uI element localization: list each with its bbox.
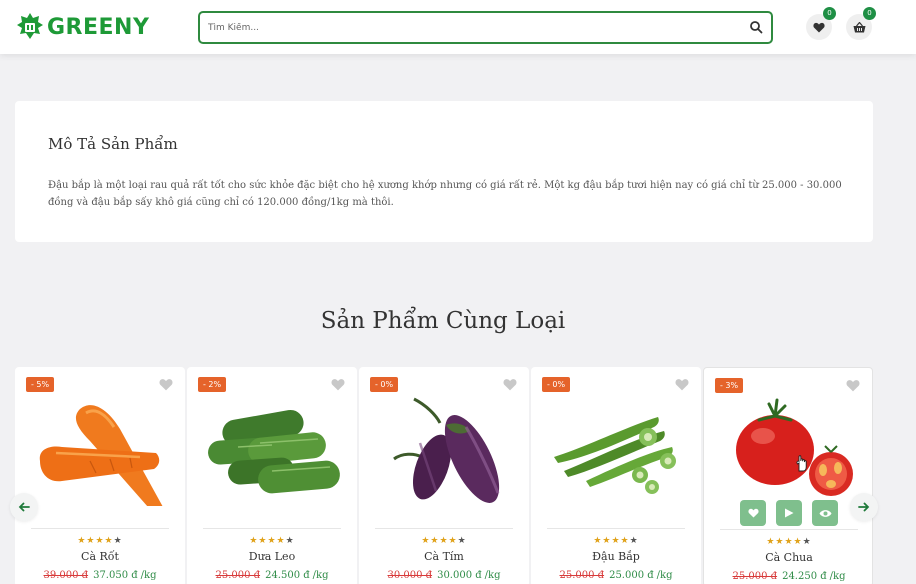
- product-card[interactable]: - 0% ★★★★★ Đậu Bắp 25.000 đ 25.000 đ/kg: [531, 367, 701, 584]
- product-card[interactable]: - 3% ★★★★★ Cà Chua 25.000 đ 24.250 đ/kg: [703, 367, 873, 584]
- product-description: Mô Tả Sản Phẩm Đậu bắp là một loại rau q…: [15, 101, 873, 242]
- price-unit: /kg: [656, 570, 673, 581]
- divider: [375, 528, 513, 529]
- heart-icon[interactable]: [159, 378, 173, 391]
- product-name[interactable]: Đậu Bắp: [531, 550, 701, 563]
- product-name[interactable]: Cà Tím: [359, 550, 529, 563]
- product-image-carrot[interactable]: [30, 391, 170, 506]
- old-price: 25.000 đ: [215, 570, 261, 581]
- price-unit: /kg: [829, 571, 846, 582]
- heart-icon: [747, 508, 759, 518]
- wishlist-count-badge: 0: [823, 7, 836, 20]
- product-price: 25.000 đ 24.500 đ/kg: [187, 570, 357, 581]
- heart-icon[interactable]: [675, 378, 689, 391]
- product-price: 30.000 đ 30.000 đ/kg: [359, 570, 529, 581]
- product-price: 25.000 đ 25.000 đ/kg: [531, 570, 701, 581]
- carousel-prev-button[interactable]: [10, 493, 38, 521]
- old-price: 39.000 đ: [43, 570, 89, 581]
- search-icon[interactable]: [749, 20, 763, 34]
- old-price: 30.000 đ: [387, 570, 433, 581]
- new-price: 24.500 đ: [265, 570, 310, 581]
- divider: [203, 528, 341, 529]
- arrow-left-icon: [18, 502, 30, 512]
- heart-icon[interactable]: [503, 378, 517, 391]
- price-unit: /kg: [140, 570, 157, 581]
- discount-badge: - 3%: [715, 378, 744, 393]
- product-image-cucumber[interactable]: [202, 391, 342, 506]
- quick-view-play-button[interactable]: [776, 500, 802, 526]
- divider: [31, 528, 169, 529]
- new-price: 37.050 đ: [93, 570, 138, 581]
- heart-icon[interactable]: [331, 378, 345, 391]
- add-to-wishlist-button[interactable]: [740, 500, 766, 526]
- product-image-okra[interactable]: [546, 391, 686, 506]
- heart-icon[interactable]: [846, 379, 860, 392]
- rating-stars: ★★★★★: [249, 536, 295, 546]
- arrow-right-icon: [858, 502, 870, 512]
- discount-badge: - 0%: [370, 377, 399, 392]
- product-image-tomato[interactable]: [719, 392, 859, 507]
- carousel-next-button[interactable]: [850, 493, 878, 521]
- product-price: 25.000 đ 24.250 đ/kg: [704, 571, 874, 582]
- logo-text: GREENY: [47, 14, 150, 40]
- cart-count-badge: 0: [863, 7, 876, 20]
- discount-badge: - 5%: [26, 377, 55, 392]
- old-price: 25.000 đ: [559, 570, 605, 581]
- product-price: 39.000 đ 37.050 đ/kg: [15, 570, 185, 581]
- heart-icon: [813, 22, 825, 32]
- basket-icon: [853, 21, 865, 32]
- price-unit: /kg: [312, 570, 329, 581]
- product-image-eggplant[interactable]: [374, 391, 514, 506]
- description-text: Đậu bắp là một loại rau quả rất tốt cho …: [48, 180, 842, 208]
- new-price: 25.000 đ: [609, 570, 654, 581]
- cart-button[interactable]: 0: [846, 7, 876, 40]
- product-name[interactable]: Cà Chua: [704, 551, 874, 564]
- rating-stars: ★★★★★: [77, 536, 123, 546]
- new-price: 30.000 đ: [437, 570, 482, 581]
- eye-icon: [819, 509, 831, 517]
- product-actions: [740, 500, 838, 526]
- new-price: 24.250 đ: [782, 571, 827, 582]
- product-card[interactable]: - 0% ★★★★★ Cà Tím 30.000 đ 30.000 đ/kg: [359, 367, 529, 584]
- rating-stars: ★★★★★: [421, 536, 467, 546]
- old-price: 25.000 đ: [732, 571, 778, 582]
- discount-badge: - 0%: [542, 377, 571, 392]
- logo-leaf-icon: [17, 13, 43, 39]
- related-products-title: Sản Phẩm Cùng Loại: [320, 308, 566, 334]
- price-unit: /kg: [484, 570, 501, 581]
- wishlist-button[interactable]: 0: [806, 7, 836, 40]
- product-card[interactable]: - 5% ★★★★★ Cà Rốt 39.000 đ 37.050 đ/kg: [15, 367, 185, 584]
- discount-badge: - 2%: [198, 377, 227, 392]
- divider: [720, 529, 858, 530]
- site-header: GREENY 0 0: [0, 0, 916, 54]
- search-input[interactable]: [208, 17, 728, 38]
- divider: [547, 528, 685, 529]
- logo[interactable]: GREENY: [16, 12, 149, 42]
- product-card[interactable]: - 2% ★★★★★ Dưa Leo 25.000 đ 24.500 đ/kg: [187, 367, 357, 584]
- rating-stars: ★★★★★: [593, 536, 639, 546]
- mouse-pointer-icon: [796, 455, 807, 472]
- view-details-button[interactable]: [812, 500, 838, 526]
- description-title: Mô Tả Sản Phẩm: [48, 135, 178, 153]
- search-bar: [198, 11, 773, 44]
- product-name[interactable]: Dưa Leo: [187, 550, 357, 563]
- rating-stars: ★★★★★: [766, 537, 812, 547]
- product-name[interactable]: Cà Rốt: [15, 550, 185, 563]
- play-icon: [785, 508, 794, 518]
